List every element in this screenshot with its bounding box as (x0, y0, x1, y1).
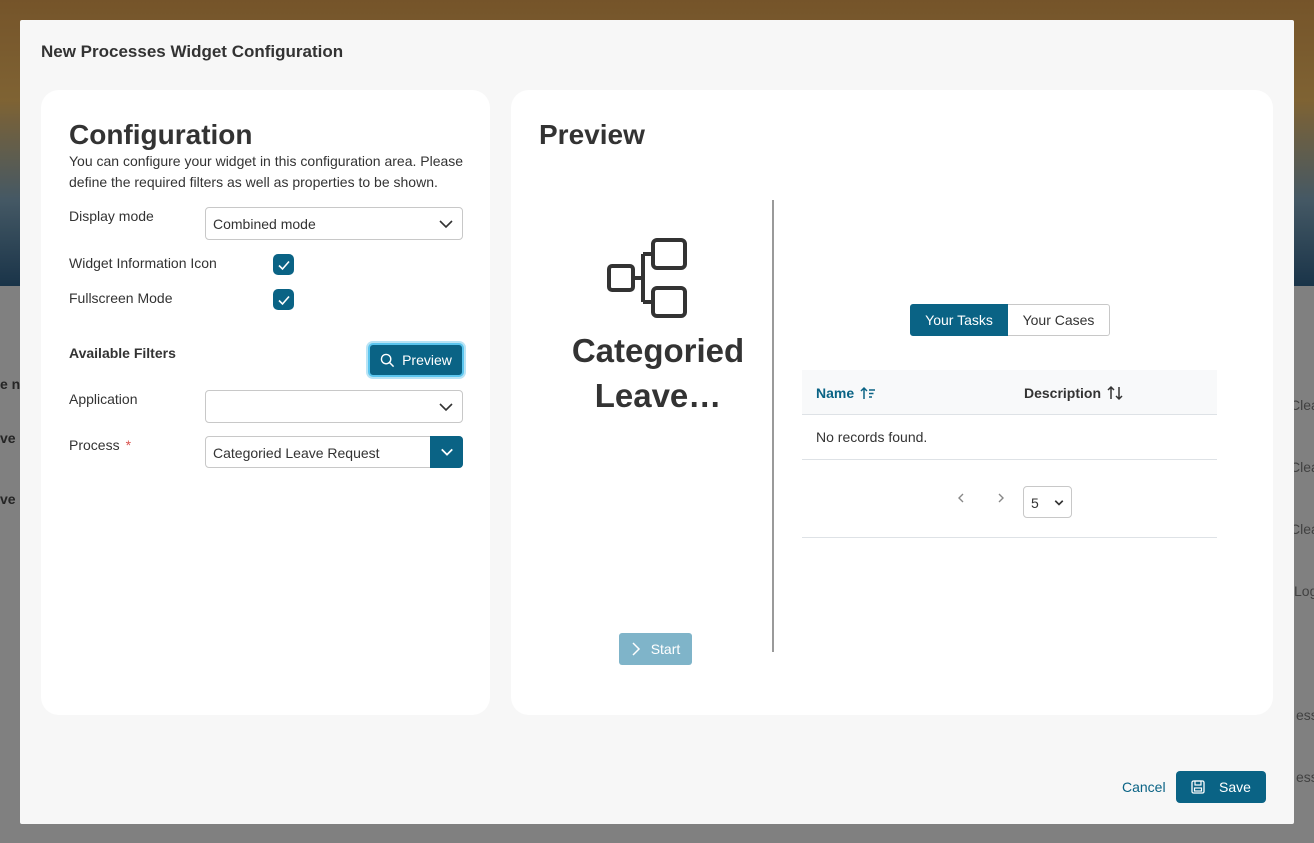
process-name: Categoried Leave… (571, 332, 745, 414)
fullscreen-mode-checkbox[interactable] (273, 289, 294, 310)
paginator: 5 (802, 460, 1217, 538)
sort-icon (1107, 385, 1123, 401)
search-icon (380, 353, 395, 367)
display-mode-select[interactable]: Combined mode (205, 207, 463, 240)
table-header: Name Description (802, 370, 1217, 415)
preview-button[interactable]: Preview (368, 343, 464, 377)
start-button[interactable]: Start (619, 633, 692, 665)
column-header-description[interactable]: Description (1024, 385, 1123, 401)
vertical-divider (772, 200, 774, 652)
configuration-heading: Configuration (69, 119, 253, 150)
application-label: Application (69, 391, 138, 407)
preview-heading: Preview (539, 119, 645, 150)
chevron-down-icon (439, 403, 453, 412)
empty-message: No records found. (816, 429, 928, 445)
application-select[interactable] (205, 390, 463, 423)
save-button[interactable]: Save (1176, 771, 1266, 803)
process-label-text: Process (69, 437, 120, 453)
table-row: No records found. (802, 415, 1217, 460)
preview-button-label: Preview (402, 352, 452, 368)
chevron-down-icon (439, 220, 453, 229)
widget-information-icon-label: Widget Information Icon (69, 255, 217, 271)
chevron-down-icon (440, 448, 453, 456)
chevron-right-icon (632, 642, 640, 656)
page-size-select[interactable]: 5 (1023, 486, 1072, 518)
page-size-value: 5 (1031, 495, 1039, 511)
configuration-description: You can configure your widget in this co… (69, 153, 464, 190)
process-value: Categoried Leave Request (213, 445, 380, 461)
display-mode-label: Display mode (69, 208, 154, 224)
widget-information-icon-checkbox[interactable] (273, 254, 294, 275)
column-header-description-label: Description (1024, 385, 1102, 401)
fullscreen-mode-label: Fullscreen Mode (69, 290, 173, 306)
required-marker: * (125, 437, 132, 453)
available-filters-label: Available Filters (69, 345, 176, 361)
checkmark-icon (277, 295, 290, 305)
process-label: Process * (69, 437, 131, 453)
process-flow-icon (607, 238, 687, 318)
chevron-down-icon (1054, 500, 1064, 506)
preview-panel: Preview Categoried Leave… Start Your Tas… (511, 90, 1273, 715)
chevron-left-icon[interactable] (957, 492, 965, 504)
dialog-title: New Processes Widget Configuration (41, 42, 344, 61)
tasks-cases-toggle: Your Tasks Your Cases (910, 304, 1110, 336)
cancel-link[interactable]: Cancel (1122, 779, 1166, 795)
start-button-label: Start (650, 641, 681, 657)
tasks-table: Name Description No records found. 5 (802, 370, 1217, 538)
column-header-name-label: Name (816, 385, 855, 401)
checkmark-icon (277, 260, 290, 270)
column-header-name[interactable]: Name (816, 385, 876, 401)
floppy-disk-icon (1191, 780, 1205, 794)
tab-your-tasks[interactable]: Your Tasks (910, 304, 1008, 336)
chevron-right-icon[interactable] (997, 492, 1005, 504)
display-mode-value: Combined mode (213, 216, 316, 232)
save-button-label: Save (1219, 779, 1251, 795)
widget-configuration-dialog: New Processes Widget Configuration Confi… (20, 20, 1294, 824)
sort-ascending-icon (860, 386, 876, 399)
process-dropdown-button[interactable] (430, 436, 463, 468)
configuration-panel: Configuration You can configure your wid… (41, 90, 490, 715)
process-autocomplete[interactable]: Categoried Leave Request (205, 436, 463, 468)
tab-your-cases[interactable]: Your Cases (1008, 304, 1110, 336)
